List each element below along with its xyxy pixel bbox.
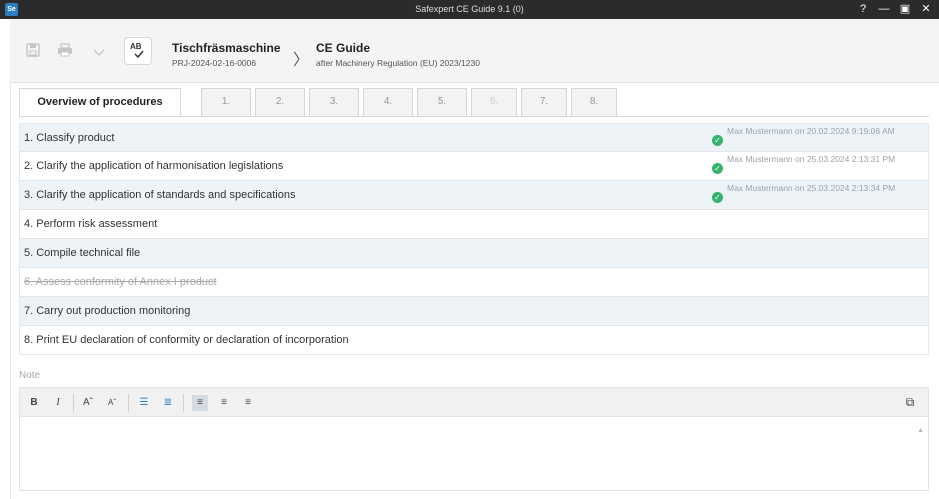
check-icon: ✓ — [712, 192, 723, 203]
external-link-icon[interactable]: ⧉ — [902, 394, 918, 410]
tab-5[interactable]: 5. — [417, 88, 467, 116]
breadcrumb-arrow-icon: 〉 — [293, 52, 310, 69]
spellcheck-button[interactable]: AB — [124, 37, 152, 65]
frame-border — [10, 83, 11, 499]
chevron-down-icon[interactable] — [88, 41, 110, 63]
bullet-list-button[interactable]: ☰ — [136, 395, 152, 411]
bold-button[interactable]: B — [26, 395, 42, 411]
print-icon[interactable] — [54, 41, 76, 63]
tab-2[interactable]: 2. — [255, 88, 305, 116]
procedure-row[interactable]: 2. Clarify the application of harmonisat… — [19, 152, 929, 181]
procedure-row[interactable]: 5. Compile technical file — [19, 239, 929, 268]
align-right-button[interactable]: ≡ — [240, 395, 256, 411]
procedure-row[interactable]: 7. Carry out production monitoring — [19, 297, 929, 326]
numbered-list-button[interactable]: ≣ — [160, 395, 176, 411]
font-shrink-button[interactable]: Aˇ — [104, 395, 120, 411]
restore-button[interactable]: ▣ — [897, 2, 913, 16]
spellcheck-icon — [134, 50, 144, 61]
procedures-list: 1. Classify product ✓ Max Mustermann on … — [19, 123, 929, 355]
tabs-underline — [19, 116, 929, 117]
italic-button[interactable]: I — [50, 395, 66, 411]
font-grow-button[interactable]: Aˆ — [80, 395, 96, 411]
close-button[interactable]: ✕ — [918, 2, 934, 16]
toolbar: AB Tischfräsmaschine PRJ-2024-02-16-0006… — [10, 19, 939, 83]
status-text: Max Mustermann on 25.03.2024 2:13:31 PM — [727, 154, 896, 164]
align-left-button[interactable]: ≡ — [192, 395, 208, 411]
procedure-label: 8. Print EU declaration of conformity or… — [24, 334, 349, 346]
procedure-label: 7. Carry out production monitoring — [24, 305, 191, 317]
minimize-button[interactable]: — — [876, 2, 892, 16]
note-label: Note — [19, 370, 41, 381]
procedure-label: 6. Assess conformity of Annex I product — [24, 276, 217, 288]
toolbar-divider — [183, 394, 184, 412]
procedure-label: 2. Clarify the application of harmonisat… — [24, 160, 284, 172]
check-icon: ✓ — [712, 163, 723, 174]
project-id: PRJ-2024-02-16-0006 — [172, 58, 257, 68]
procedure-label: 4. Perform risk assessment — [24, 218, 158, 230]
scroll-up-icon[interactable]: ▲ — [917, 427, 924, 434]
procedure-row[interactable]: 4. Perform risk assessment — [19, 210, 929, 239]
tab-6: 6. — [471, 88, 517, 116]
help-button[interactable]: ? — [855, 2, 871, 16]
procedure-row[interactable]: 3. Clarify the application of standards … — [19, 181, 929, 210]
note-editor[interactable]: ▲ — [19, 417, 929, 491]
status-text: Max Mustermann on 20.02.2024 9:19:06 AM — [727, 126, 895, 136]
align-center-button[interactable]: ≡ — [216, 395, 232, 411]
status-text: Max Mustermann on 25.03.2024 2:13:34 PM — [727, 183, 896, 193]
toolbar-divider — [128, 394, 129, 412]
tab-1[interactable]: 1. — [201, 88, 251, 116]
guide-subtitle: after Machinery Regulation (EU) 2023/123… — [316, 58, 480, 68]
procedure-label: 1. Classify product — [24, 132, 115, 144]
project-name: Tischfräsmaschine — [172, 41, 281, 55]
guide-name: CE Guide — [316, 41, 371, 55]
procedure-label: 3. Clarify the application of standards … — [24, 189, 296, 201]
title-bar: Se Safexpert CE Guide 9.1 (0) ? — ▣ ✕ — [0, 0, 939, 19]
procedure-row: 6. Assess conformity of Annex I product — [19, 268, 929, 297]
procedure-row[interactable]: 8. Print EU declaration of conformity or… — [19, 326, 929, 355]
toolbar-divider — [73, 394, 74, 412]
tab-4[interactable]: 4. — [363, 88, 413, 116]
save-icon[interactable] — [22, 41, 44, 63]
procedure-label: 5. Compile technical file — [24, 247, 141, 259]
check-icon: ✓ — [712, 135, 723, 146]
tab-overview[interactable]: Overview of procedures — [19, 88, 181, 117]
procedure-row[interactable]: 1. Classify product ✓ Max Mustermann on … — [19, 123, 929, 152]
window-title: Safexpert CE Guide 9.1 (0) — [415, 4, 524, 14]
editor-toolbar: B I Aˆ Aˇ ☰ ≣ ≡ ≡ ≡ ⧉ — [19, 387, 929, 417]
tab-3[interactable]: 3. — [309, 88, 359, 116]
tab-8[interactable]: 8. — [571, 88, 617, 116]
tab-7[interactable]: 7. — [521, 88, 567, 116]
